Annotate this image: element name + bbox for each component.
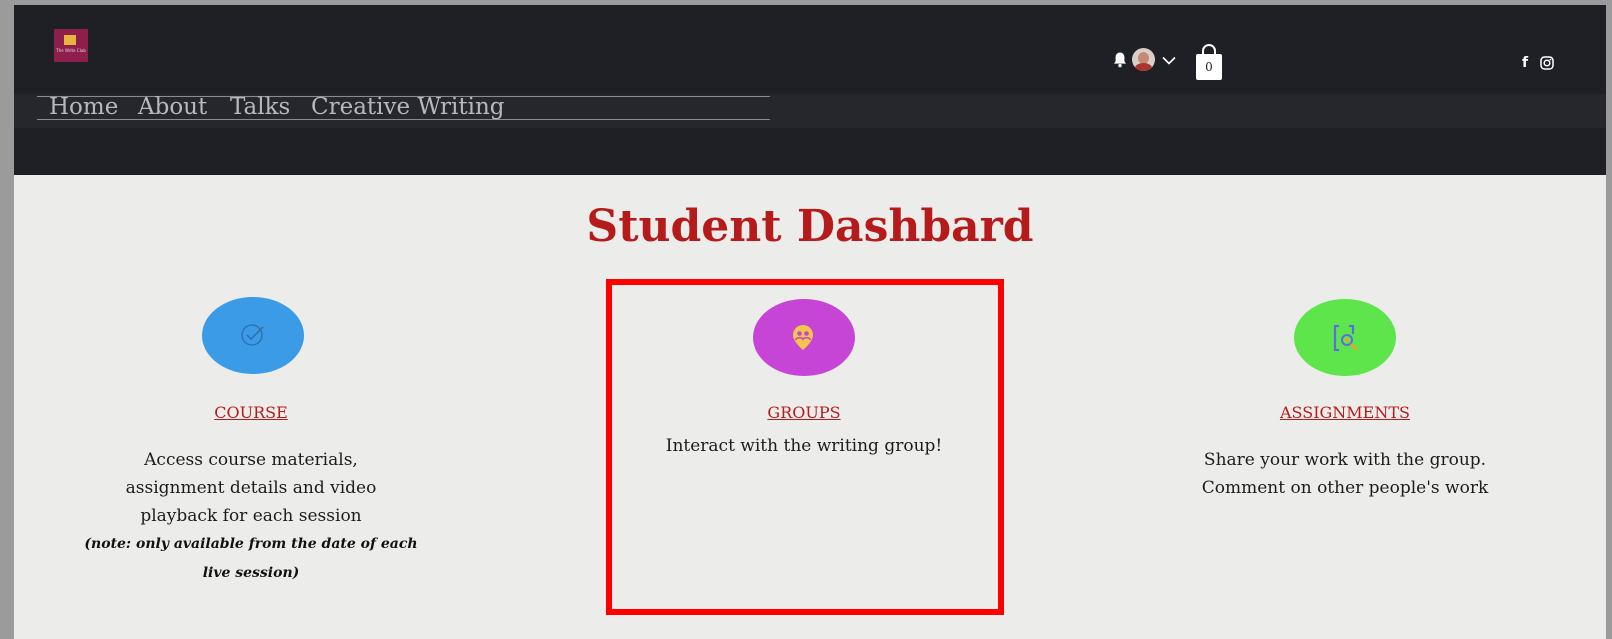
checkmark-circle-icon: [241, 324, 264, 346]
document-search-icon: [1333, 324, 1358, 352]
course-description-line-2: assignment details and video: [125, 478, 377, 498]
course-note-line-2: live session): [202, 565, 300, 581]
course-icon-badge[interactable]: [202, 297, 304, 374]
assignments-link[interactable]: ASSIGNMENTS: [1145, 402, 1545, 424]
assignments-description-line-1: Share your work with the group.: [1203, 450, 1487, 470]
course-card: COURSE Access course materials, assignme…: [51, 5, 451, 639]
assignments-card: ASSIGNMENTS Share your work with the gro…: [1145, 5, 1545, 639]
assignments-description-line-2: Comment on other people's work: [1201, 478, 1489, 498]
highlight-box: [606, 279, 1004, 615]
course-note-line-1: (note: only available from the date of e…: [84, 536, 418, 552]
page: The Write Club Home About Talks Creative…: [14, 5, 1606, 639]
course-description-line-3: playback for each session: [140, 506, 362, 526]
bell-icon[interactable]: [1113, 51, 1127, 69]
course-description-line-1: Access course materials,: [144, 450, 358, 470]
assignments-icon-badge[interactable]: [1294, 299, 1396, 376]
course-link[interactable]: COURSE: [51, 402, 451, 424]
